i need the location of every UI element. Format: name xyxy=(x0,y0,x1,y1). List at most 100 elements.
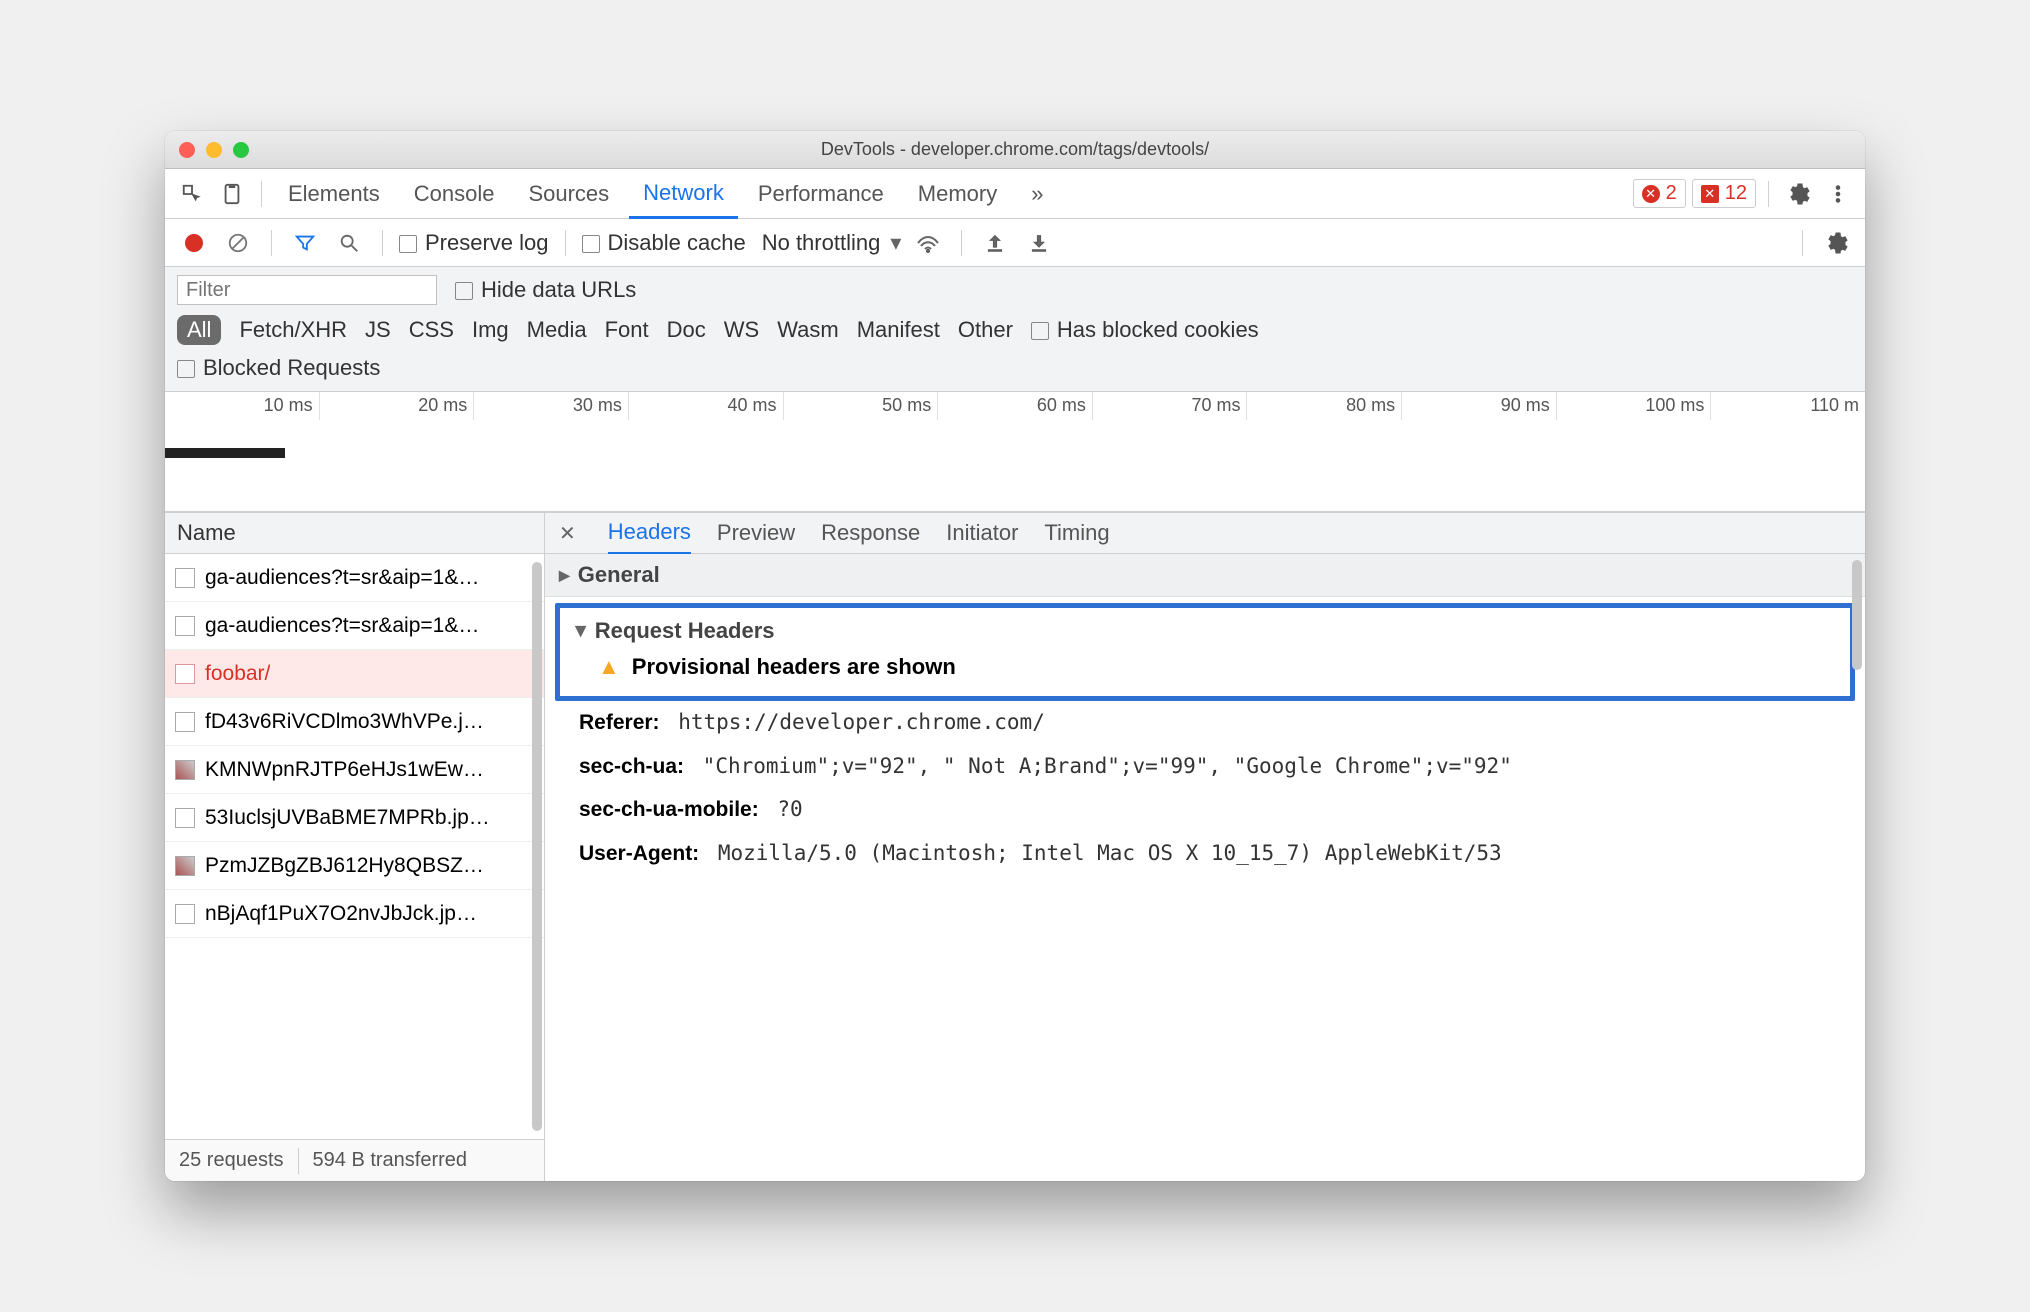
hide-data-urls-checkbox[interactable]: Hide data URLs xyxy=(455,277,636,303)
throttling-select[interactable]: No throttling ▾ xyxy=(762,230,902,256)
settings-icon[interactable] xyxy=(1781,177,1815,211)
upload-har-icon[interactable] xyxy=(978,226,1012,260)
request-type-icon xyxy=(175,664,195,684)
detail-tabs: ✕ Headers Preview Response Initiator Timing xyxy=(545,512,1865,554)
search-icon[interactable] xyxy=(332,226,366,260)
network-conditions-icon[interactable] xyxy=(911,226,945,260)
header-entry: User-Agent: Mozilla/5.0 (Macintosh; Inte… xyxy=(545,832,1865,876)
tab-performance[interactable]: Performance xyxy=(744,169,898,219)
request-name: KMNWpnRJTP6eHJs1wEw… xyxy=(205,758,484,782)
request-list[interactable]: ga-audiences?t=sr&aip=1&… ga-audiences?t=… xyxy=(165,554,544,1139)
type-filter-manifest[interactable]: Manifest xyxy=(857,317,940,343)
preserve-log-checkbox[interactable]: Preserve log xyxy=(399,230,549,256)
detail-tab-preview[interactable]: Preview xyxy=(717,512,795,554)
error-circle-icon: ✕ xyxy=(1642,185,1660,203)
type-filter-css[interactable]: CSS xyxy=(409,317,454,343)
request-row[interactable]: 53IuclsjUVBaBME7MPRb.jp… xyxy=(165,794,544,842)
request-name: foobar/ xyxy=(205,662,270,686)
tab-console[interactable]: Console xyxy=(400,169,509,219)
header-key: Referer: xyxy=(579,711,660,734)
disable-cache-checkbox[interactable]: Disable cache xyxy=(582,230,746,256)
network-toolbar: Preserve log Disable cache No throttling… xyxy=(165,219,1865,267)
download-har-icon[interactable] xyxy=(1022,226,1056,260)
timeline-tick: 30 ms xyxy=(474,392,629,420)
timeline-overview[interactable]: 10 ms20 ms30 ms40 ms50 ms60 ms70 ms80 ms… xyxy=(165,392,1865,512)
type-filter-font[interactable]: Font xyxy=(605,317,649,343)
column-header-name[interactable]: Name xyxy=(165,512,544,554)
header-value: Mozilla/5.0 (Macintosh; Intel Mac OS X 1… xyxy=(705,841,1502,865)
timeline-tick: 10 ms xyxy=(165,392,320,420)
title-bar: DevTools - developer.chrome.com/tags/dev… xyxy=(165,131,1865,169)
tab-elements[interactable]: Elements xyxy=(274,169,394,219)
request-row[interactable]: PzmJZBgZBJ612Hy8QBSZ… xyxy=(165,842,544,890)
warning-icon: ▲ xyxy=(598,654,620,680)
request-name: 53IuclsjUVBaBME7MPRb.jp… xyxy=(205,806,490,830)
header-value: ?0 xyxy=(765,797,803,821)
tab-memory[interactable]: Memory xyxy=(904,169,1011,219)
request-row[interactable]: fD43v6RiVCDlmo3WhVPe.j… xyxy=(165,698,544,746)
type-filter-wasm[interactable]: Wasm xyxy=(777,317,839,343)
request-row[interactable]: ga-audiences?t=sr&aip=1&… xyxy=(165,554,544,602)
more-tabs-button[interactable]: » xyxy=(1017,169,1057,219)
blocked-requests-checkbox[interactable]: Blocked Requests xyxy=(177,355,380,381)
device-toggle-icon[interactable] xyxy=(215,177,249,211)
blocked-requests-label: Blocked Requests xyxy=(203,355,380,380)
error-square-icon: ✕ xyxy=(1701,185,1719,203)
record-button[interactable] xyxy=(177,226,211,260)
type-filter-fetch-xhr[interactable]: Fetch/XHR xyxy=(239,317,347,343)
panel-tabs: ElementsConsoleSourcesNetworkPerformance… xyxy=(165,169,1865,219)
header-entry: sec-ch-ua: "Chromium";v="92", " Not A;Br… xyxy=(545,745,1865,789)
type-filter-img[interactable]: Img xyxy=(472,317,509,343)
detail-tab-headers[interactable]: Headers xyxy=(608,513,691,555)
detail-tab-timing[interactable]: Timing xyxy=(1044,512,1109,554)
header-entry: Referer: https://developer.chrome.com/ xyxy=(545,701,1865,745)
separator xyxy=(261,181,262,207)
tab-network[interactable]: Network xyxy=(629,169,738,219)
has-blocked-cookies-checkbox[interactable]: Has blocked cookies xyxy=(1031,317,1259,343)
type-filter-js[interactable]: JS xyxy=(365,317,391,343)
request-row[interactable]: foobar/ xyxy=(165,650,544,698)
detail-tab-response[interactable]: Response xyxy=(821,512,920,554)
clear-icon[interactable] xyxy=(221,226,255,260)
request-detail-pane: ✕ HeadersPreviewResponseInitiatorTiming … xyxy=(545,512,1865,1181)
section-general-label: General xyxy=(578,562,660,588)
provisional-warning: ▲ Provisional headers are shown xyxy=(576,654,1834,680)
type-filter-other[interactable]: Other xyxy=(958,317,1013,343)
devtools-window: DevTools - developer.chrome.com/tags/dev… xyxy=(165,131,1865,1181)
section-general[interactable]: ▶ General xyxy=(545,554,1865,597)
scrollbar[interactable] xyxy=(532,562,542,1131)
error-count-circle[interactable]: ✕ 2 xyxy=(1633,179,1686,208)
close-detail-icon[interactable]: ✕ xyxy=(559,521,576,546)
request-row[interactable]: ga-audiences?t=sr&aip=1&… xyxy=(165,602,544,650)
transferred-size: 594 B transferred xyxy=(299,1149,482,1172)
request-row[interactable]: KMNWpnRJTP6eHJs1wEw… xyxy=(165,746,544,794)
request-type-icon xyxy=(175,856,195,876)
request-type-icon xyxy=(175,760,195,780)
timeline-tick: 70 ms xyxy=(1093,392,1248,420)
type-filter-all[interactable]: All xyxy=(177,315,221,345)
inspect-icon[interactable] xyxy=(175,177,209,211)
request-row[interactable]: nBjAqf1PuX7O2nvJbJck.jp… xyxy=(165,890,544,938)
request-count: 25 requests xyxy=(165,1149,298,1172)
scrollbar[interactable] xyxy=(1852,560,1862,670)
filter-input[interactable] xyxy=(177,275,437,305)
chevron-down-icon: ▾ xyxy=(890,230,901,256)
request-name: ga-audiences?t=sr&aip=1&… xyxy=(205,614,479,638)
kebab-menu-icon[interactable] xyxy=(1821,177,1855,211)
network-settings-icon[interactable] xyxy=(1819,226,1853,260)
filter-icon[interactable] xyxy=(288,226,322,260)
request-name: ga-audiences?t=sr&aip=1&… xyxy=(205,566,479,590)
timeline-activity-bar xyxy=(165,448,285,458)
header-key: sec-ch-ua: xyxy=(579,755,684,778)
type-filter-ws[interactable]: WS xyxy=(724,317,759,343)
type-filter-doc[interactable]: Doc xyxy=(667,317,706,343)
request-name: fD43v6RiVCDlmo3WhVPe.j… xyxy=(205,710,484,734)
tab-sources[interactable]: Sources xyxy=(514,169,623,219)
type-filter-media[interactable]: Media xyxy=(527,317,587,343)
request-name: nBjAqf1PuX7O2nvJbJck.jp… xyxy=(205,902,477,926)
error-count-square[interactable]: ✕ 12 xyxy=(1692,179,1756,208)
timeline-tick: 60 ms xyxy=(938,392,1093,420)
section-request-headers[interactable]: ▶ Request Headers xyxy=(576,618,1834,654)
detail-tab-initiator[interactable]: Initiator xyxy=(946,512,1018,554)
header-value: "Chromium";v="92", " Not A;Brand";v="99"… xyxy=(690,754,1512,778)
